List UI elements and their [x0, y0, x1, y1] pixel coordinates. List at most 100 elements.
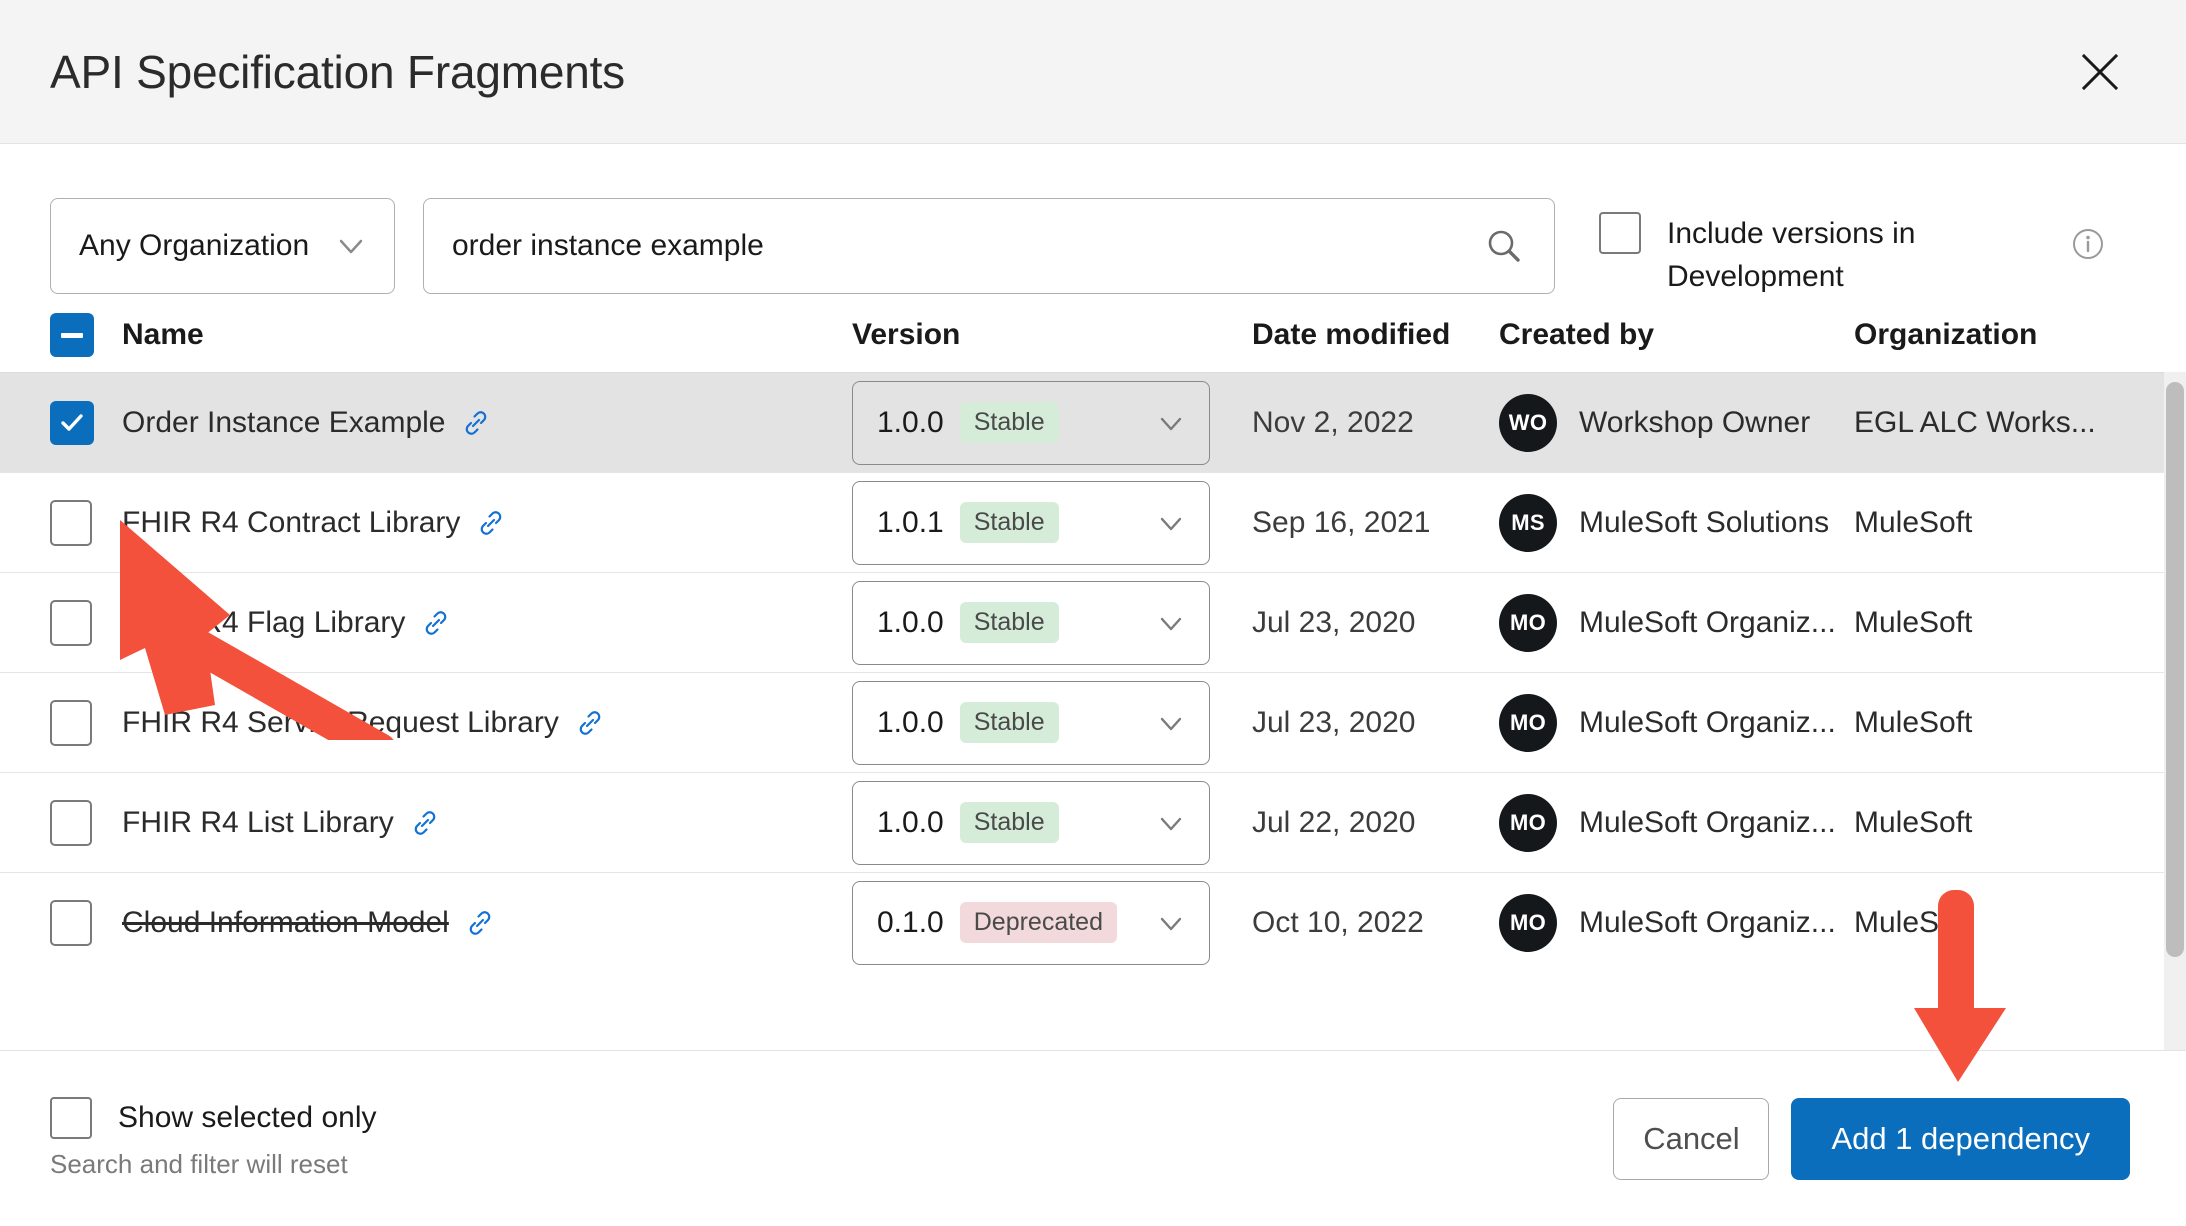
- search-input[interactable]: [452, 229, 1484, 263]
- close-button[interactable]: [2070, 42, 2130, 102]
- row-name-label: FHIR R4 Flag Library: [122, 605, 406, 639]
- row-name-label: FHIR R4 Contract Library: [122, 505, 461, 539]
- row-name-cell: Cloud Information Model: [122, 906, 852, 940]
- select-all-checkbox[interactable]: [50, 313, 94, 357]
- status-badge: Stable: [959, 502, 1059, 543]
- row-version-cell: 1.0.0 Stable: [852, 680, 1252, 765]
- table-row[interactable]: FHIR R4 Flag Library 1.0.0 Stable Jul 23, 2…: [0, 572, 2186, 672]
- table-body: Order Instance Example 1.0.0 Stable Nov 2, …: [0, 372, 2186, 1050]
- row-checkbox[interactable]: [50, 499, 92, 546]
- row-organization: MuleSoft: [1854, 905, 1973, 939]
- row-checkbox[interactable]: [50, 899, 92, 946]
- table-row[interactable]: Cloud Information Model 0.1.0 Deprecated Oc…: [0, 872, 2186, 972]
- show-selected-only-label: Show selected only: [118, 1101, 377, 1134]
- column-header-created-by[interactable]: Created by: [1499, 318, 1854, 352]
- row-name-cell: FHIR R4 Contract Library: [122, 506, 852, 540]
- row-select-cell: [50, 799, 122, 846]
- row-name-label: Cloud Information Model: [122, 905, 449, 939]
- version-select[interactable]: 1.0.0 Stable: [852, 780, 1210, 865]
- version-number: 1.0.0: [877, 805, 944, 839]
- row-select-cell: [50, 699, 122, 746]
- column-header-name[interactable]: Name: [122, 318, 852, 352]
- row-date-modified: Oct 10, 2022: [1252, 905, 1424, 939]
- avatar: MS: [1499, 493, 1557, 552]
- row-version-cell: 1.0.1 Stable: [852, 480, 1252, 565]
- status-badge: Stable: [959, 602, 1059, 643]
- version-select[interactable]: 1.0.0 Stable: [852, 580, 1210, 665]
- show-selected-only-group: Show selected only: [50, 1097, 377, 1139]
- row-version-cell: 1.0.0 Stable: [852, 580, 1252, 665]
- row-organization: EGL ALC Works...: [1854, 405, 2096, 439]
- row-version-cell: 0.1.0 Deprecated: [852, 880, 1252, 965]
- version-number: 1.0.0: [877, 605, 944, 639]
- show-selected-only-checkbox[interactable]: [50, 1097, 92, 1139]
- search-reset-note: Search and filter will reset: [50, 1149, 348, 1179]
- row-select-cell: [50, 599, 122, 646]
- link-icon[interactable]: [465, 908, 495, 938]
- version-select[interactable]: 0.1.0 Deprecated: [852, 880, 1210, 965]
- chevron-down-icon: [1155, 807, 1187, 839]
- row-name-cell: FHIR R4 ServiceRequest Library: [122, 706, 852, 740]
- close-icon: [2078, 50, 2122, 94]
- row-name-cell: FHIR R4 Flag Library: [122, 606, 852, 640]
- link-icon[interactable]: [421, 608, 451, 638]
- table-row[interactable]: FHIR R4 List Library 1.0.0 Stable Jul 22, 2…: [0, 772, 2186, 872]
- row-organization: MuleSoft: [1854, 505, 1973, 539]
- row-checkbox[interactable]: [50, 799, 92, 846]
- add-dependency-button[interactable]: Add 1 dependency: [1791, 1097, 2130, 1180]
- organization-filter-select[interactable]: Any Organization: [50, 198, 395, 294]
- select-all-cell: [50, 313, 122, 357]
- row-name-cell: Order Instance Example: [122, 406, 852, 440]
- version-select[interactable]: 1.0.0 Stable: [852, 380, 1210, 465]
- row-date-modified: Jul 22, 2020: [1252, 805, 1416, 839]
- cancel-button[interactable]: Cancel: [1613, 1097, 1770, 1180]
- link-icon[interactable]: [461, 408, 491, 438]
- version-number: 1.0.0: [877, 405, 944, 439]
- table-row[interactable]: FHIR R4 Contract Library 1.0.1 Stable Sep 1…: [0, 472, 2186, 572]
- table-row[interactable]: Order Instance Example 1.0.0 Stable Nov 2, …: [0, 372, 2186, 472]
- include-dev-versions-checkbox[interactable]: [1599, 212, 1641, 254]
- table-row[interactable]: FHIR R4 ServiceRequest Library 1.0.0 Stabl…: [0, 672, 2186, 772]
- column-header-organization[interactable]: Organization: [1854, 318, 2154, 352]
- table-scrollbar-thumb[interactable]: [2166, 382, 2184, 957]
- avatar: MO: [1499, 793, 1557, 852]
- search-icon[interactable]: [1484, 226, 1524, 266]
- link-icon[interactable]: [575, 708, 605, 738]
- table-scrollbar-track[interactable]: [2164, 372, 2186, 1050]
- footer-actions: Cancel Add 1 dependency: [1613, 1097, 2130, 1180]
- row-checkbox[interactable]: [50, 699, 92, 746]
- include-dev-versions-label: Include versions in Development: [1667, 217, 1916, 293]
- row-name-label: FHIR R4 List Library: [122, 805, 394, 839]
- filter-bar: Any Organization Include versions in Dev…: [0, 144, 2186, 298]
- row-select-cell: [50, 899, 122, 946]
- organization-filter-value: Any Organization: [79, 229, 310, 262]
- search-field-wrapper[interactable]: [423, 198, 1555, 294]
- row-created-by-cell: MO MuleSoft Organiz...: [1499, 893, 1854, 952]
- link-icon[interactable]: [410, 808, 440, 838]
- row-created-by-name: MuleSoft Organiz...: [1579, 605, 1836, 639]
- version-number: 0.1.0: [877, 905, 944, 939]
- column-header-version[interactable]: Version: [852, 318, 1252, 352]
- row-name-label: Order Instance Example: [122, 405, 446, 439]
- row-checkbox-checked[interactable]: [50, 400, 94, 445]
- row-checkbox[interactable]: [50, 599, 92, 646]
- chevron-down-icon: [334, 229, 368, 263]
- row-created-by-name: Workshop Owner: [1579, 405, 1811, 439]
- row-date-modified: Jul 23, 2020: [1252, 605, 1416, 639]
- avatar: MO: [1499, 593, 1557, 652]
- row-date-modified: Nov 2, 2022: [1252, 405, 1414, 439]
- info-icon[interactable]: [2068, 224, 2108, 269]
- version-select[interactable]: 1.0.1 Stable: [852, 480, 1210, 565]
- dialog-footer: Show selected only Search and filter wil…: [0, 1050, 2186, 1226]
- row-organization: MuleSoft: [1854, 705, 1973, 739]
- row-date-modified: Sep 16, 2021: [1252, 505, 1431, 539]
- column-header-date-modified[interactable]: Date modified: [1252, 318, 1499, 352]
- chevron-down-icon: [1155, 507, 1187, 539]
- link-icon[interactable]: [476, 508, 506, 538]
- version-number: 1.0.0: [877, 705, 944, 739]
- row-organization: MuleSoft: [1854, 805, 1973, 839]
- version-select[interactable]: 1.0.0 Stable: [852, 680, 1210, 765]
- chevron-down-icon: [1155, 407, 1187, 439]
- row-created-by-cell: MO MuleSoft Organiz...: [1499, 593, 1854, 652]
- dialog-header: API Specification Fragments: [0, 0, 2186, 144]
